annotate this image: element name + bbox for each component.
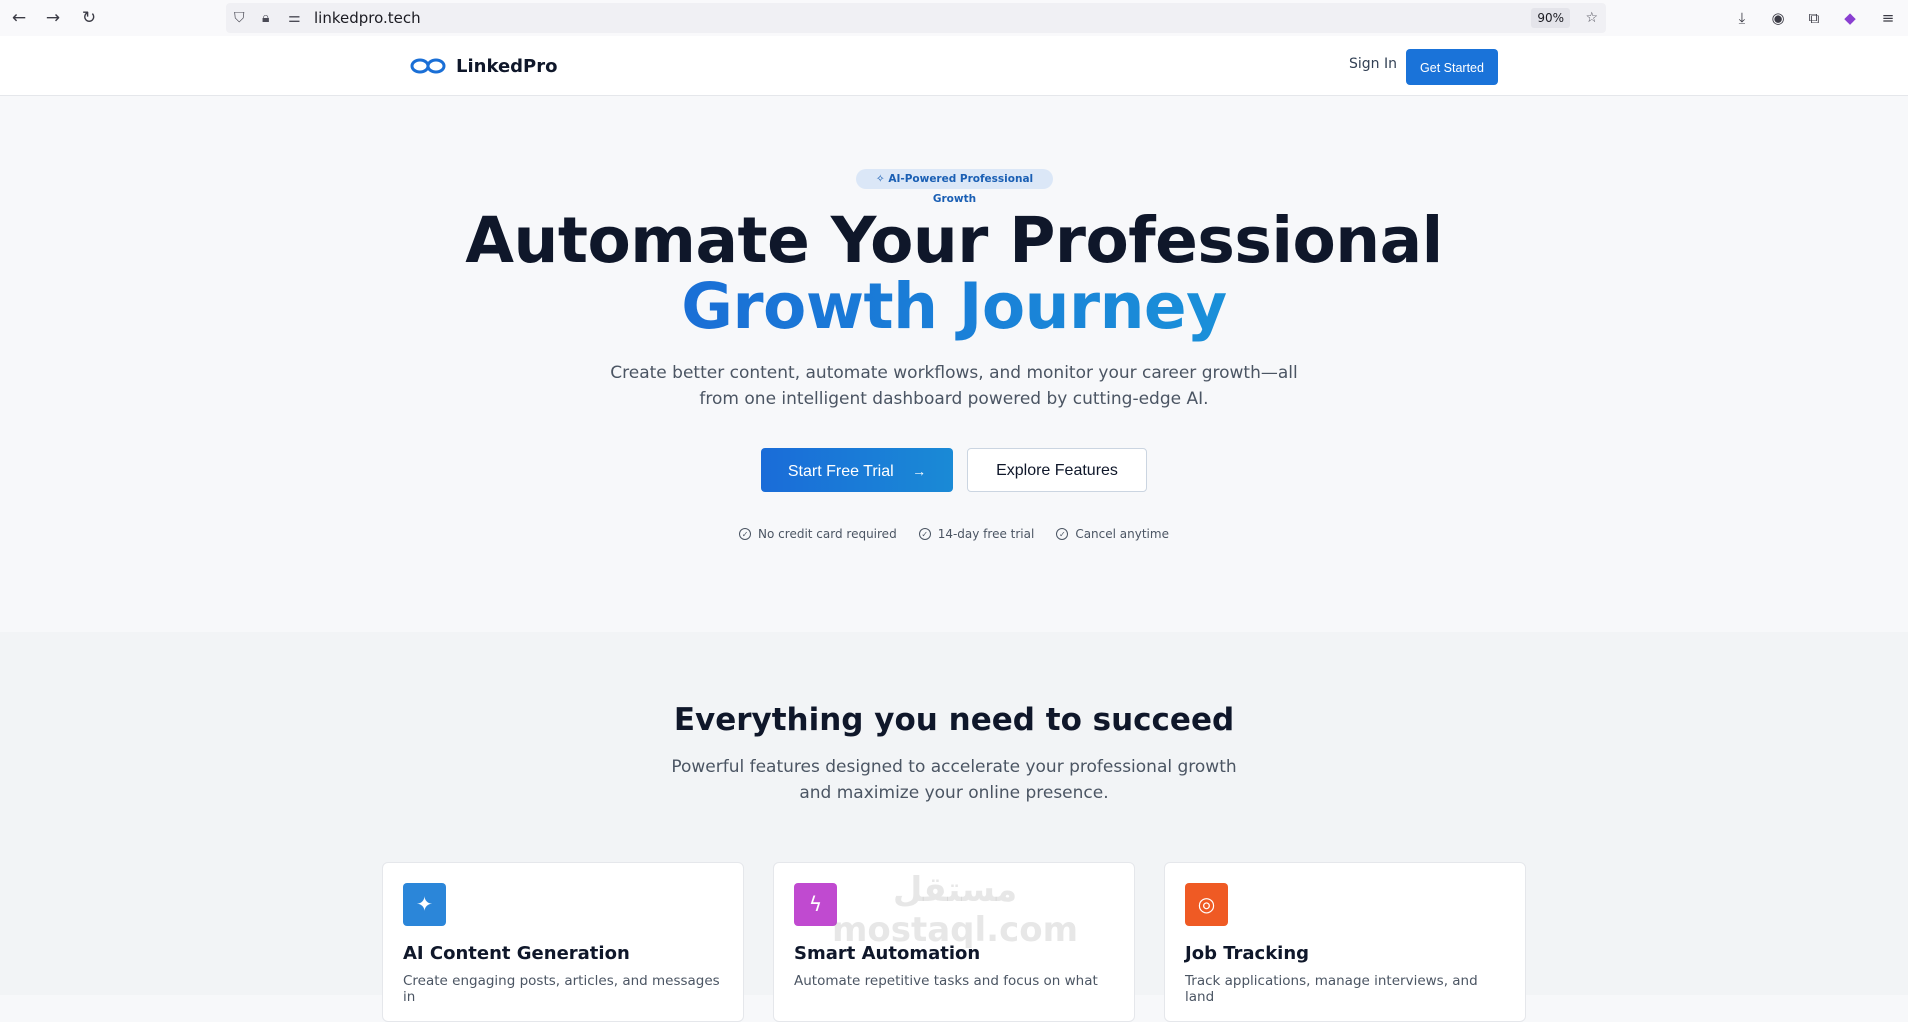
check-circle-icon: ✓: [739, 528, 752, 540]
feature-card-ai-content[interactable]: ✦ AI Content Generation Create engaging …: [382, 862, 744, 1022]
arrow-right-icon: →: [912, 463, 927, 479]
reload-icon[interactable]: ↻: [78, 7, 100, 29]
sparkles-icon: ✧: [875, 173, 889, 185]
perk-label: Cancel anytime: [1075, 527, 1169, 541]
feature-card-title: Job Tracking: [1185, 943, 1310, 964]
browser-toolbar: ← → ↻ ⛉ 🔒︎ ⚌ linkedpro.tech 90% ☆ ⤓ ◉ ⧉ …: [0, 0, 1908, 37]
hero-badge: ✧ AI-Powered Professional Growth: [856, 169, 1053, 205]
check-circle-icon: ✓: [1056, 528, 1069, 540]
watermark: مستقل mostaql.com: [831, 870, 1079, 950]
url-text[interactable]: linkedpro.tech: [314, 3, 421, 33]
extensions-icon[interactable]: ⧉: [1803, 7, 1825, 29]
hero-subtitle: Create better content, automate workflow…: [610, 363, 1298, 409]
logo[interactable]: LinkedPro: [410, 51, 557, 81]
hero-section: ✧ AI-Powered Professional Growth Automat…: [0, 96, 1908, 632]
perk-label: 14-day free trial: [937, 527, 1035, 541]
perks-list: ✓ No credit card required ✓ 14-day free …: [0, 527, 1908, 541]
shield-icon[interactable]: ⛉: [234, 3, 245, 33]
get-started-button[interactable]: Get Started: [1406, 49, 1498, 85]
hero-title: Automate Your Professional Growth Journe…: [0, 208, 1908, 340]
bookmark-star-icon[interactable]: ☆: [1585, 3, 1598, 33]
hero-title-line2: Growth Journey: [681, 270, 1227, 343]
sparkles-icon: ✦: [403, 883, 446, 926]
account-icon[interactable]: ◉: [1767, 7, 1789, 29]
explore-features-button[interactable]: Explore Features: [967, 448, 1147, 492]
extension-badge-icon[interactable]: ◆: [1839, 7, 1861, 29]
target-icon: ◎: [1185, 883, 1228, 926]
download-icon[interactable]: ⤓: [1731, 7, 1753, 29]
feature-card-title: AI Content Generation: [403, 943, 630, 964]
features-subtitle: Powerful features designed to accelerate…: [671, 757, 1237, 803]
feature-card-desc: Create engaging posts, articles, and mes…: [403, 973, 720, 1005]
perk-item: ✓ 14-day free trial: [918, 527, 1035, 541]
check-circle-icon: ✓: [918, 528, 931, 540]
perk-item: ✓ Cancel anytime: [1056, 527, 1169, 541]
menu-icon[interactable]: ≡: [1877, 7, 1899, 29]
start-free-trial-label: Start Free Trial: [787, 463, 894, 480]
logo-text: LinkedPro: [456, 55, 558, 77]
features-title: Everything you need to succeed: [673, 702, 1235, 738]
forward-icon[interactable]: →: [42, 7, 64, 29]
hero-title-line1: Automate Your Professional: [465, 204, 1443, 277]
sign-in-link[interactable]: Sign In: [1349, 56, 1397, 72]
site-header: LinkedPro Sign In Get Started: [0, 36, 1908, 96]
zoom-level[interactable]: 90%: [1531, 8, 1570, 28]
start-free-trial-button[interactable]: Start Free Trial →: [761, 448, 953, 492]
perk-label: No credit card required: [758, 527, 897, 541]
address-bar[interactable]: ⛉ 🔒︎ ⚌ linkedpro.tech 90% ☆: [226, 3, 1606, 33]
site-settings-icon[interactable]: ⚌: [288, 3, 301, 33]
back-icon[interactable]: ←: [8, 7, 30, 29]
lock-icon[interactable]: 🔒︎: [262, 3, 269, 33]
perk-item: ✓ No credit card required: [739, 527, 897, 541]
infinity-logo-icon: [410, 58, 446, 74]
feature-card-job-tracking[interactable]: ◎ Job Tracking Track applications, manag…: [1164, 862, 1526, 1022]
feature-card-desc: Automate repetitive tasks and focus on w…: [794, 973, 1098, 989]
hero-badge-label: AI-Powered Professional Growth: [888, 173, 1034, 205]
feature-card-desc: Track applications, manage interviews, a…: [1185, 973, 1478, 1005]
